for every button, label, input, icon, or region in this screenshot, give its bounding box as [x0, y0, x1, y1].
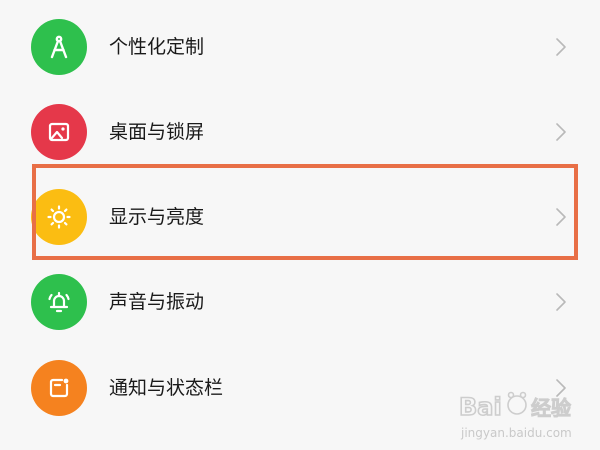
- chevron-right-icon: [556, 379, 566, 397]
- settings-item-sound-vibration[interactable]: 声音与振动: [0, 257, 600, 343]
- settings-item-label: 桌面与锁屏: [109, 121, 205, 143]
- chevron-right-icon: [556, 123, 566, 141]
- settings-item-personalization[interactable]: 个性化定制: [0, 2, 600, 88]
- settings-item-notification-statusbar[interactable]: 通知与状态栏: [0, 343, 600, 429]
- sun-icon: [31, 189, 87, 245]
- compass-icon: [31, 19, 87, 75]
- notification-icon: [31, 360, 87, 416]
- settings-item-display-brightness[interactable]: 显示与亮度: [0, 172, 600, 258]
- settings-item-label: 声音与振动: [109, 291, 205, 313]
- chevron-right-icon: [556, 293, 566, 311]
- chevron-right-icon: [556, 208, 566, 226]
- image-icon: [31, 104, 87, 160]
- settings-item-label: 通知与状态栏: [109, 377, 224, 399]
- bell-icon: [31, 274, 87, 330]
- settings-item-label: 显示与亮度: [109, 206, 205, 228]
- settings-item-label: 个性化定制: [109, 36, 205, 58]
- settings-item-desktop-lockscreen[interactable]: 桌面与锁屏: [0, 87, 600, 173]
- settings-list: 个性化定制 桌面与锁屏 显示与亮度 声音与振动 通知与状态栏 Bai 经验 ji…: [0, 0, 600, 450]
- chevron-right-icon: [556, 38, 566, 56]
